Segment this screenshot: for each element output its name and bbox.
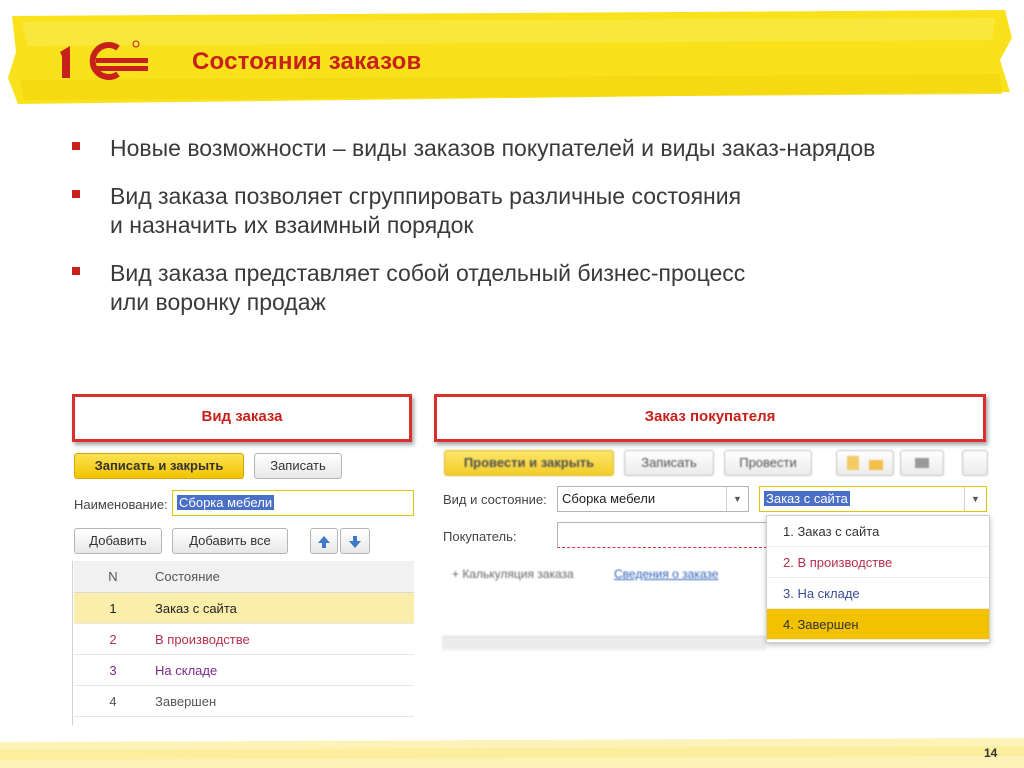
name-field-value: Сборка мебели [177, 495, 275, 510]
add-all-button[interactable]: Добавить все [172, 528, 288, 554]
table-header: N Состояние [74, 561, 414, 593]
calculation-link[interactable]: + Калькуляция заказа [452, 567, 574, 581]
dropdown-option[interactable]: 2. В производстве [767, 547, 989, 578]
tabs-strip [442, 636, 766, 650]
dropdown-option[interactable]: 4. Завершен [767, 609, 989, 640]
row-number: 1 [109, 601, 117, 616]
order-save-button[interactable]: Записать [624, 450, 714, 476]
order-type-window-title: Вид заказа [72, 394, 412, 442]
chevron-down-icon: ▼ [726, 487, 748, 511]
save-and-close-button[interactable]: Записать и закрыть [74, 453, 244, 479]
order-type-value: Сборка мебели [562, 491, 656, 506]
printer-icon [915, 458, 929, 468]
order-state-value: Заказ с сайта [764, 491, 850, 506]
name-label: Наименование: [74, 497, 168, 512]
row-state: На складе [155, 663, 218, 678]
table-left-border [72, 561, 73, 725]
name-field[interactable]: Сборка мебели [172, 490, 414, 516]
print-tools-button[interactable] [836, 450, 894, 476]
states-table: N Состояние 1 Заказ с сайта 2 В производ… [74, 561, 414, 717]
row-number: 3 [109, 663, 117, 678]
slide-title: Состояния заказов [192, 48, 422, 75]
save-button[interactable]: Записать [254, 453, 342, 479]
customer-label: Покупатель: [443, 529, 517, 544]
order-state-select[interactable]: Заказ с сайта ▼ [759, 486, 987, 512]
state-dropdown[interactable]: 1. Заказ с сайта 2. В производстве 3. На… [766, 515, 990, 643]
bullet-text: Новые возможности – виды заказов покупат… [110, 135, 876, 161]
bullet-item: Новые возможности – виды заказов покупат… [72, 134, 992, 163]
envelope-icon [868, 460, 883, 470]
more-button[interactable] [962, 450, 988, 476]
arrow-up-icon [318, 536, 330, 548]
customer-field[interactable] [557, 522, 767, 548]
bullet-text: Вид заказа позволяет сгруппировать разли… [110, 183, 742, 238]
chevron-down-icon: ▼ [964, 487, 986, 511]
bullet-marker [72, 142, 80, 150]
table-row[interactable]: 4 Завершен [74, 686, 414, 717]
order-info-link[interactable]: Сведения о заказе [614, 567, 718, 581]
row-state: Заказ с сайта [155, 601, 237, 616]
column-header-state: Состояние [155, 569, 220, 584]
move-down-button[interactable] [340, 528, 370, 554]
dropdown-option[interactable]: 3. На складе [767, 578, 989, 609]
page-number: 14 [984, 746, 998, 760]
customer-order-window-title: Заказ покупателя [434, 394, 986, 442]
bullet-list: Новые возможности – виды заказов покупат… [72, 134, 992, 336]
document-icon [847, 456, 860, 470]
table-row[interactable]: 1 Заказ с сайта [74, 593, 414, 624]
move-up-button[interactable] [310, 528, 338, 554]
bullet-marker [72, 267, 80, 275]
table-row[interactable]: 2 В производстве [74, 624, 414, 655]
order-type-select[interactable]: Сборка мебели ▼ [557, 486, 749, 512]
row-number: 2 [109, 632, 117, 647]
bullet-item: Вид заказа позволяет сгруппировать разли… [72, 182, 992, 240]
type-state-label: Вид и состояние: [443, 492, 547, 507]
1c-logo-icon [60, 40, 148, 80]
footer-highlight [0, 738, 1024, 768]
print-button[interactable] [900, 450, 944, 476]
bullet-item: Вид заказа представляет собой отдельный … [72, 259, 992, 317]
column-header-n: N [108, 569, 118, 584]
row-state: Завершен [155, 694, 217, 709]
arrow-down-icon [349, 536, 361, 548]
row-number: 4 [109, 694, 117, 709]
dropdown-option[interactable]: 1. Заказ с сайта [767, 516, 989, 547]
bullet-text: Вид заказа представляет собой отдельный … [110, 260, 746, 315]
row-state: В производстве [155, 632, 250, 647]
add-button[interactable]: Добавить [74, 528, 162, 554]
post-button[interactable]: Провести [724, 450, 812, 476]
bullet-marker [72, 190, 80, 198]
post-and-close-button[interactable]: Провести и закрыть [444, 450, 614, 476]
table-row[interactable]: 3 На складе [74, 655, 414, 686]
